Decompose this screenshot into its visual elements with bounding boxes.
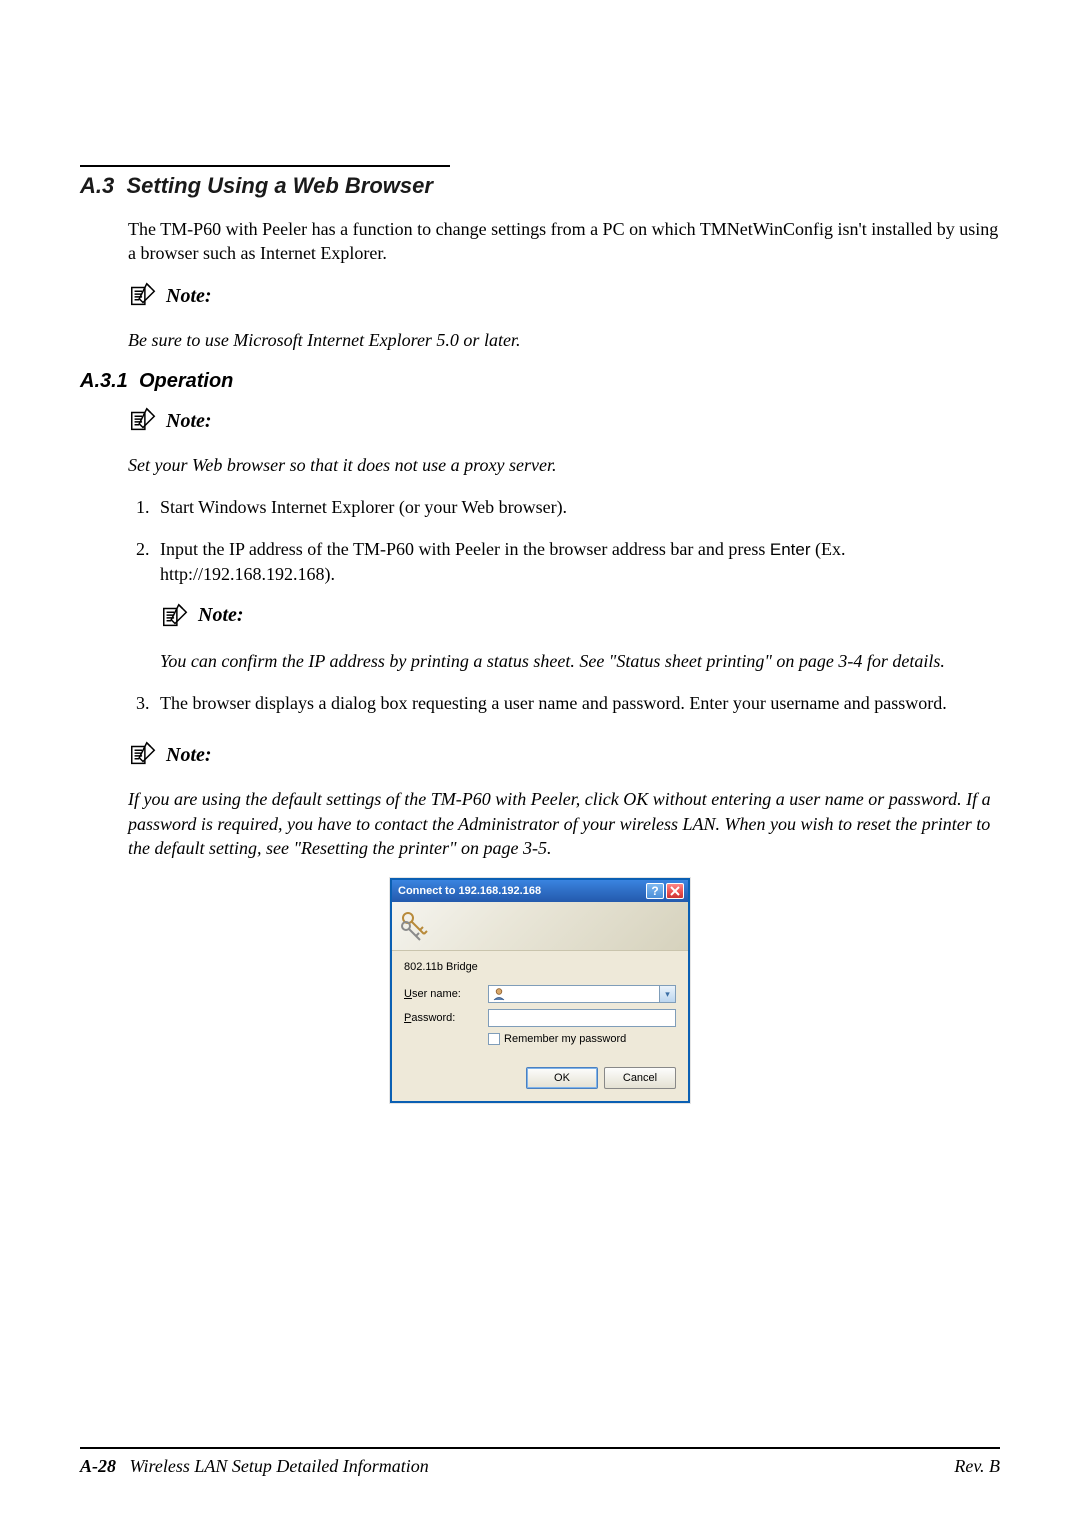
note-icon [128, 405, 158, 435]
remember-label: Remember my password [504, 1033, 626, 1045]
help-button[interactable]: ? [646, 883, 664, 899]
note-3-header: Note: [160, 601, 1000, 631]
chevron-down-icon[interactable]: ▾ [659, 986, 675, 1002]
note-icon [160, 601, 190, 631]
username-label: User name: [404, 988, 482, 1000]
note-4-header: Note: [128, 739, 1000, 769]
note-icon [128, 739, 158, 769]
step-2: Input the IP address of the TM-P60 with … [154, 537, 1000, 673]
step-3: The browser displays a dialog box reques… [154, 691, 1000, 715]
revision: Rev. B [954, 1456, 1000, 1477]
note-label: Note: [166, 285, 212, 310]
note-2-text: Set your Web browser so that it does not… [128, 453, 1000, 477]
dialog-title-text: Connect to 192.168.192.168 [398, 885, 644, 897]
realm-text: 802.11b Bridge [404, 961, 478, 973]
subsection-number: A.3.1 [80, 370, 128, 392]
dialog-titlebar[interactable]: Connect to 192.168.192.168 ? [392, 880, 688, 902]
password-input[interactable] [488, 1009, 676, 1027]
footer-doc-title: Wireless LAN Setup Detailed Information [130, 1456, 429, 1476]
enter-key: Enter [770, 540, 811, 559]
step-3-text: The browser displays a dialog box reques… [160, 693, 947, 713]
section-title-text: Setting Using a Web Browser [126, 173, 432, 198]
step-1: Start Windows Internet Explorer (or your… [154, 495, 1000, 519]
cancel-button[interactable]: Cancel [604, 1067, 676, 1089]
section-heading: A.3 Setting Using a Web Browser [80, 173, 1000, 199]
note-label: Note: [198, 602, 244, 631]
note-1-header: Note: [128, 280, 1000, 310]
password-label: Password: [404, 1012, 482, 1024]
note-2-header: Note: [128, 405, 1000, 435]
note-3-text: You can confirm the IP address by printi… [160, 649, 1000, 673]
remember-checkbox[interactable] [488, 1033, 500, 1045]
close-button[interactable] [666, 883, 684, 899]
note-icon [128, 280, 158, 310]
page-footer: A-28 Wireless LAN Setup Detailed Informa… [80, 1456, 1000, 1477]
auth-dialog: Connect to 192.168.192.168 ? [390, 878, 690, 1103]
remember-checkbox-row[interactable]: Remember my password [488, 1033, 676, 1045]
note-1-text: Be sure to use Microsoft Internet Explor… [128, 328, 1000, 352]
footer-rule [80, 1447, 1000, 1449]
page-number: A-28 [80, 1456, 116, 1476]
intro-text: The TM-P60 with Peeler has a function to… [128, 217, 1000, 266]
username-input[interactable]: ▾ [488, 985, 676, 1003]
dialog-header [392, 902, 688, 951]
step-1-text: Start Windows Internet Explorer (or your… [160, 497, 567, 517]
step-2-text-a: Input the IP address of the TM-P60 with … [160, 539, 770, 559]
note-4-text: If you are using the default settings of… [128, 787, 1000, 860]
section-number: A.3 [80, 173, 114, 198]
note-label: Note: [166, 410, 212, 435]
note-label: Note: [166, 744, 212, 769]
ok-button[interactable]: OK [526, 1067, 598, 1089]
subsection-title-text: Operation [139, 370, 233, 392]
subsection-heading: A.3.1 Operation [80, 370, 1000, 393]
user-icon [492, 987, 506, 1001]
steps-list: Start Windows Internet Explorer (or your… [128, 495, 1000, 715]
keys-icon [398, 908, 434, 944]
